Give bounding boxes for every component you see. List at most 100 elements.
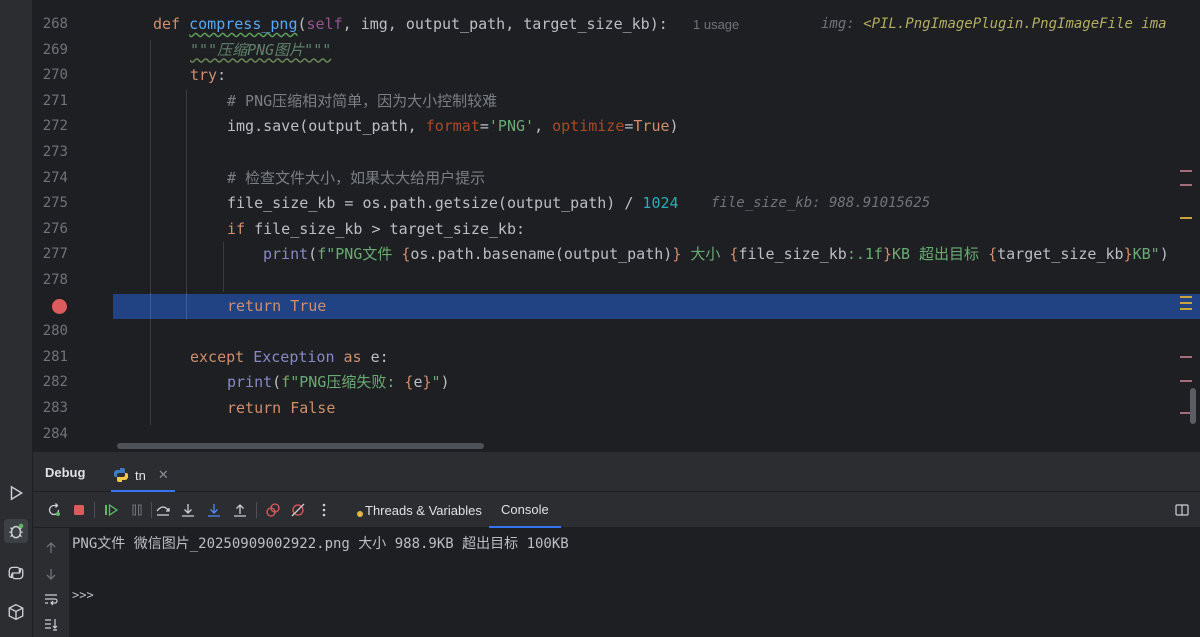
mute-breakpoints-icon[interactable] <box>289 501 307 519</box>
console-pane[interactable]: PNG文件 微信图片_20250909002922.png 大小 988.9KB… <box>33 528 1200 637</box>
line-number: 282 <box>42 374 68 391</box>
layout-settings-icon[interactable] <box>1173 501 1191 519</box>
soft-wrap-icon[interactable] <box>43 591 59 607</box>
code-line-277[interactable]: 277 print(f"PNG文件 {os.path.basename(outp… <box>33 242 1200 268</box>
code-line-278[interactable]: 278 <box>33 268 1200 294</box>
line-number: 273 <box>42 144 68 160</box>
error-stripe-marker[interactable] <box>1180 380 1192 382</box>
line-number: 277 <box>42 246 68 263</box>
code-line-271[interactable]: 271 # PNG压缩相对简单，因为大小控制较难 <box>33 89 1200 115</box>
error-stripe-marker[interactable] <box>1180 308 1192 310</box>
code-line-272[interactable]: 272 img.save(output_path, format='PNG', … <box>33 114 1200 140</box>
line-number: 274 <box>42 169 68 186</box>
code-line-282[interactable]: 282 print(f"PNG压缩失败: {e}") <box>33 370 1200 396</box>
usages-hint[interactable]: 1 usage <box>693 12 739 38</box>
tab-label: Console <box>501 501 549 517</box>
tab-label: Threads & Variables <box>365 502 482 518</box>
debug-header: Debug tn ✕ <box>33 452 1200 492</box>
error-stripe-marker[interactable] <box>1180 296 1192 298</box>
python-console-icon[interactable] <box>4 561 28 585</box>
code-line-280[interactable]: 280 <box>33 319 1200 345</box>
tab-threads-variables[interactable]: Threads & Variables <box>353 492 486 528</box>
close-icon[interactable]: ✕ <box>158 467 169 483</box>
code-line-283[interactable]: 283 return False <box>33 396 1200 422</box>
step-into-my-code-icon[interactable] <box>205 501 223 519</box>
line-number: 271 <box>42 92 68 109</box>
error-stripe-marker[interactable] <box>1180 356 1192 358</box>
error-stripe-marker[interactable] <box>1180 170 1192 172</box>
line-number: 270 <box>42 67 68 84</box>
console-prompt[interactable]: >>> <box>72 588 94 602</box>
pause-icon[interactable] <box>128 501 146 519</box>
code-text: print(f"PNG压缩失败: {e}") <box>227 373 450 392</box>
line-number: 275 <box>42 195 68 212</box>
error-stripe-marker[interactable] <box>1180 184 1192 186</box>
indent-guide <box>186 293 187 319</box>
error-stripe-marker[interactable] <box>1180 217 1192 219</box>
toolbar-separator <box>94 502 95 518</box>
code-text: img.save(output_path, format='PNG', opti… <box>227 117 679 136</box>
code-line-281[interactable]: 281 except Exception as e: <box>33 345 1200 371</box>
code-line-273[interactable]: 273 <box>33 140 1200 166</box>
debug-toolbar: Threads & Variables Console <box>33 492 1200 528</box>
stop-icon[interactable] <box>70 501 88 519</box>
code-text: try: <box>190 66 227 85</box>
code-text: if file_size_kb > target_size_kb: <box>227 219 526 238</box>
step-out-icon[interactable] <box>231 501 249 519</box>
step-into-icon[interactable] <box>179 501 197 519</box>
code-text: except Exception as e: <box>190 347 389 366</box>
line-number: 269 <box>42 41 68 58</box>
code-text: return True <box>227 296 327 315</box>
arrow-down-icon[interactable] <box>43 566 59 582</box>
code-line-274[interactable]: 274 # 检查文件大小，如果太大给用户提示 <box>33 166 1200 192</box>
horizontal-scrollbar[interactable] <box>117 443 484 449</box>
inline-variable-value: file_size_kb: 988.91015625 <box>711 195 931 212</box>
step-over-icon[interactable] <box>154 501 172 519</box>
indent-guide <box>150 293 151 319</box>
code-editor[interactable]: 268 def compress_png(self, img, output_p… <box>33 0 1200 452</box>
line-number: 283 <box>42 400 68 416</box>
comment: # 检查文件大小，如果太大给用户提示 <box>227 168 486 187</box>
view-breakpoints-icon[interactable] <box>264 501 282 519</box>
breakpoint-icon[interactable] <box>52 299 67 314</box>
code-line-269[interactable]: 269 """压缩PNG图片""" <box>33 38 1200 64</box>
docstring: """压缩PNG图片""" <box>190 40 332 59</box>
code-line-270[interactable]: 270 try: <box>33 63 1200 89</box>
debug-session-tab[interactable]: tn ✕ <box>111 460 175 492</box>
tab-console[interactable]: Console <box>489 492 561 528</box>
toolbar-separator <box>256 502 257 518</box>
rerun-icon[interactable] <box>45 501 63 519</box>
vertical-scrollbar[interactable] <box>1190 388 1196 424</box>
tool-window-strip <box>0 0 33 637</box>
line-number: 280 <box>42 323 68 340</box>
code-line-276[interactable]: 276 if file_size_kb > target_size_kb: <box>33 217 1200 243</box>
code-line-275[interactable]: 275 file_size_kb = os.path.getsize(outpu… <box>33 191 1200 217</box>
python-icon <box>114 468 128 482</box>
current-execution-line[interactable]: return True <box>113 293 1200 320</box>
code-line-268[interactable]: 268 def compress_png(self, img, output_p… <box>33 12 1200 38</box>
comment: # PNG压缩相对简单，因为大小控制较难 <box>227 91 498 110</box>
code-text: print(f"PNG文件 {os.path.basename(output_p… <box>263 245 1169 264</box>
arrow-up-icon[interactable] <box>43 540 59 556</box>
line-number: 281 <box>42 348 68 365</box>
console-toolbar <box>33 528 69 637</box>
run-icon[interactable] <box>4 481 28 505</box>
debug-title: Debug <box>45 465 86 480</box>
line-number: 284 <box>42 425 68 442</box>
toolbar-separator <box>151 502 152 518</box>
session-name: tn <box>135 467 146 483</box>
line-number: 268 <box>42 16 68 32</box>
console-output-line: PNG文件 微信图片_20250909002922.png 大小 988.9KB… <box>72 536 569 552</box>
debug-tool-window: Debug tn ✕ Threads & Variables Console P… <box>33 452 1200 637</box>
code-text: return False <box>227 399 336 417</box>
threads-icon <box>357 511 363 517</box>
line-number: 278 <box>42 272 68 288</box>
line-number: 272 <box>42 118 68 135</box>
line-number: 276 <box>42 220 68 237</box>
error-stripe-marker[interactable] <box>1180 302 1192 304</box>
resume-icon[interactable] <box>102 501 120 519</box>
python-packages-icon[interactable] <box>4 600 28 624</box>
scroll-to-end-icon[interactable] <box>43 616 59 632</box>
more-options-icon[interactable] <box>315 501 333 519</box>
debug-icon[interactable] <box>4 519 28 543</box>
